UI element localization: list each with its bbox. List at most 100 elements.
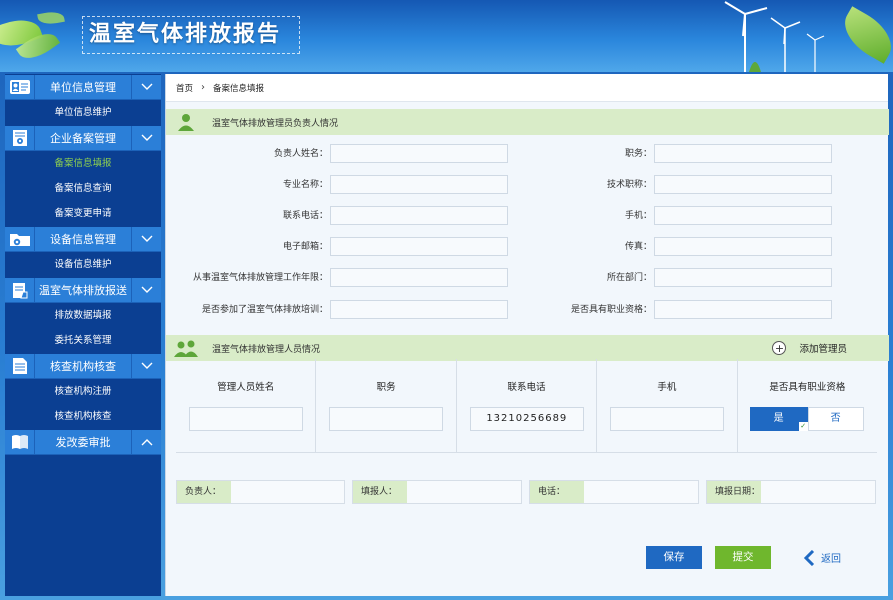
years-input[interactable] xyxy=(330,268,508,287)
sidebar-item[interactable]: 委托关系管理 xyxy=(5,328,161,353)
column-header: 联系电话 xyxy=(507,382,546,393)
staff-phone-input[interactable]: 13210256689 xyxy=(469,407,584,431)
footer-responsible-label: 负责人： xyxy=(177,481,231,503)
sidebar-section-label: 企业备案管理 xyxy=(50,132,116,145)
report-upload-icon xyxy=(5,277,35,303)
sidebar-section[interactable]: 核查机构核查 xyxy=(5,353,161,379)
sidebar: 单位信息管理 单位信息维护 企业备案管理 备案信息填报 备案信息查询 备案变更申请 设备信息… xyxy=(5,74,161,596)
email-label: 电子邮箱： xyxy=(282,242,328,252)
footer-filler-label: 填报人： xyxy=(353,481,407,503)
add-admin-label: 添加管理员 xyxy=(799,344,847,355)
breadcrumb-current: 备案信息填报 xyxy=(213,83,265,94)
responsible-section-title: 温室气体排放管理员负责人情况 xyxy=(212,118,339,129)
staff-col-name: 管理人员姓名 xyxy=(176,359,317,452)
name-input[interactable] xyxy=(330,144,508,163)
chevron-down-icon[interactable] xyxy=(131,74,161,100)
staff-mobile-input[interactable] xyxy=(610,407,725,431)
tech-title-input[interactable] xyxy=(654,175,832,194)
major-input[interactable] xyxy=(330,175,508,194)
back-label: 返回 xyxy=(821,554,841,565)
sidebar-item[interactable]: 设备信息维护 xyxy=(5,252,161,277)
qualified-label: 是否具有职业资格： xyxy=(570,305,652,315)
sidebar-section[interactable]: 温室气体排放报送 xyxy=(5,277,161,303)
staff-section-header: 温室气体排放管理人员情况 + 添加管理员 xyxy=(166,335,889,361)
position-label: 职务： xyxy=(624,149,652,159)
sidebar-section-label: 单位信息管理 xyxy=(50,81,116,94)
book-icon xyxy=(5,429,35,455)
training-input[interactable] xyxy=(330,300,508,319)
footer-phone-input[interactable] xyxy=(584,481,698,503)
sidebar-section[interactable]: 企业备案管理 xyxy=(5,125,161,151)
staff-col-mobile: 手机 xyxy=(597,359,738,452)
staff-section-title: 温室气体排放管理人员情况 xyxy=(212,344,321,355)
staff-position-input[interactable] xyxy=(329,407,444,431)
folder-gear-icon xyxy=(5,226,35,252)
position-input[interactable] xyxy=(654,144,832,163)
qualified-toggle: 是 ✓ 否 xyxy=(749,407,864,431)
mobile-input[interactable] xyxy=(654,206,832,225)
app-title: 温室气体排放报告 xyxy=(82,16,300,54)
toggle-yes-button[interactable]: 是 ✓ xyxy=(749,407,808,431)
staff-name-input[interactable] xyxy=(189,407,303,431)
major-label: 专业名称： xyxy=(282,180,328,190)
sidebar-item[interactable]: 备案变更申请 xyxy=(5,201,161,226)
chevron-down-icon[interactable] xyxy=(131,125,161,151)
sidebar-section-label: 核查机构核查 xyxy=(50,360,116,373)
column-header: 职务 xyxy=(376,382,396,393)
training-label: 是否参加了温室气体排放培训： xyxy=(201,305,328,315)
sidebar-item[interactable]: 排放数据填报 xyxy=(5,303,161,328)
sidebar-section[interactable]: 发改委审批 xyxy=(5,429,161,455)
column-header: 管理人员姓名 xyxy=(217,382,275,393)
footer-responsible-input[interactable] xyxy=(231,481,344,503)
chevron-right-icon: › xyxy=(201,82,206,93)
people-icon xyxy=(166,339,206,357)
sidebar-item[interactable]: 核查机构核查 xyxy=(5,404,161,429)
footer-date-label: 填报日期： xyxy=(707,481,761,503)
sidebar-section-label: 设备信息管理 xyxy=(50,233,116,246)
dept-label: 所在部门： xyxy=(606,273,652,283)
back-button[interactable]: 返回 xyxy=(803,546,841,569)
sidebar-item[interactable]: 备案信息查询 xyxy=(5,176,161,201)
staff-col-qualified: 是否具有职业资格 是 ✓ 否 xyxy=(738,359,877,452)
sidebar-item[interactable]: 单位信息维护 xyxy=(5,100,161,125)
sidebar-section[interactable]: 单位信息管理 xyxy=(5,74,161,100)
leaf-decoration xyxy=(37,9,65,27)
responsible-section-header: 温室气体排放管理员负责人情况 xyxy=(166,109,889,135)
person-icon xyxy=(166,113,206,131)
document-list-icon xyxy=(5,353,35,379)
chevron-down-icon[interactable] xyxy=(131,353,161,379)
phone-label: 联系电话： xyxy=(282,211,328,221)
document-gear-icon xyxy=(5,125,35,151)
toggle-yes-label: 是 xyxy=(773,413,784,424)
footer-filler-input[interactable] xyxy=(407,481,521,503)
qualified-input[interactable] xyxy=(654,300,832,319)
wind-turbine-icon xyxy=(724,1,825,72)
phone-input[interactable] xyxy=(330,206,508,225)
staff-col-position: 职务 xyxy=(316,359,457,452)
email-input[interactable] xyxy=(330,237,508,256)
footer-date-input[interactable] xyxy=(761,481,875,503)
id-card-icon xyxy=(5,74,35,100)
plus-icon: + xyxy=(772,341,787,355)
sidebar-item[interactable]: 核查机构注册 xyxy=(5,379,161,404)
name-label: 负责人姓名： xyxy=(273,149,328,159)
sidebar-section[interactable]: 设备信息管理 xyxy=(5,226,161,252)
sidebar-section-label: 温室气体排放报送 xyxy=(39,284,127,297)
chevron-down-icon[interactable] xyxy=(131,226,161,252)
leaf-decoration xyxy=(835,6,893,64)
breadcrumb-home[interactable]: 首页 xyxy=(176,82,193,94)
column-header: 是否具有职业资格 xyxy=(769,382,846,393)
main-panel: 首页 › 备案信息填报 温室气体排放管理员负责人情况 负责人姓名： 职务： 专业… xyxy=(165,74,889,596)
dept-input[interactable] xyxy=(654,268,832,287)
chevron-up-icon[interactable] xyxy=(131,429,161,455)
save-button[interactable]: 保存 xyxy=(646,546,702,569)
fax-input[interactable] xyxy=(654,237,832,256)
sidebar-section-label: 发改委审批 xyxy=(55,436,111,449)
mobile-label: 手机： xyxy=(624,211,652,221)
footer-phone: 电话： xyxy=(529,480,699,504)
add-admin-button[interactable]: + 添加管理员 xyxy=(772,341,847,355)
toggle-no-button[interactable]: 否 xyxy=(807,407,864,431)
sidebar-item[interactable]: 备案信息填报 xyxy=(5,151,161,176)
chevron-down-icon[interactable] xyxy=(131,277,161,303)
submit-button[interactable]: 提交 xyxy=(715,546,771,569)
